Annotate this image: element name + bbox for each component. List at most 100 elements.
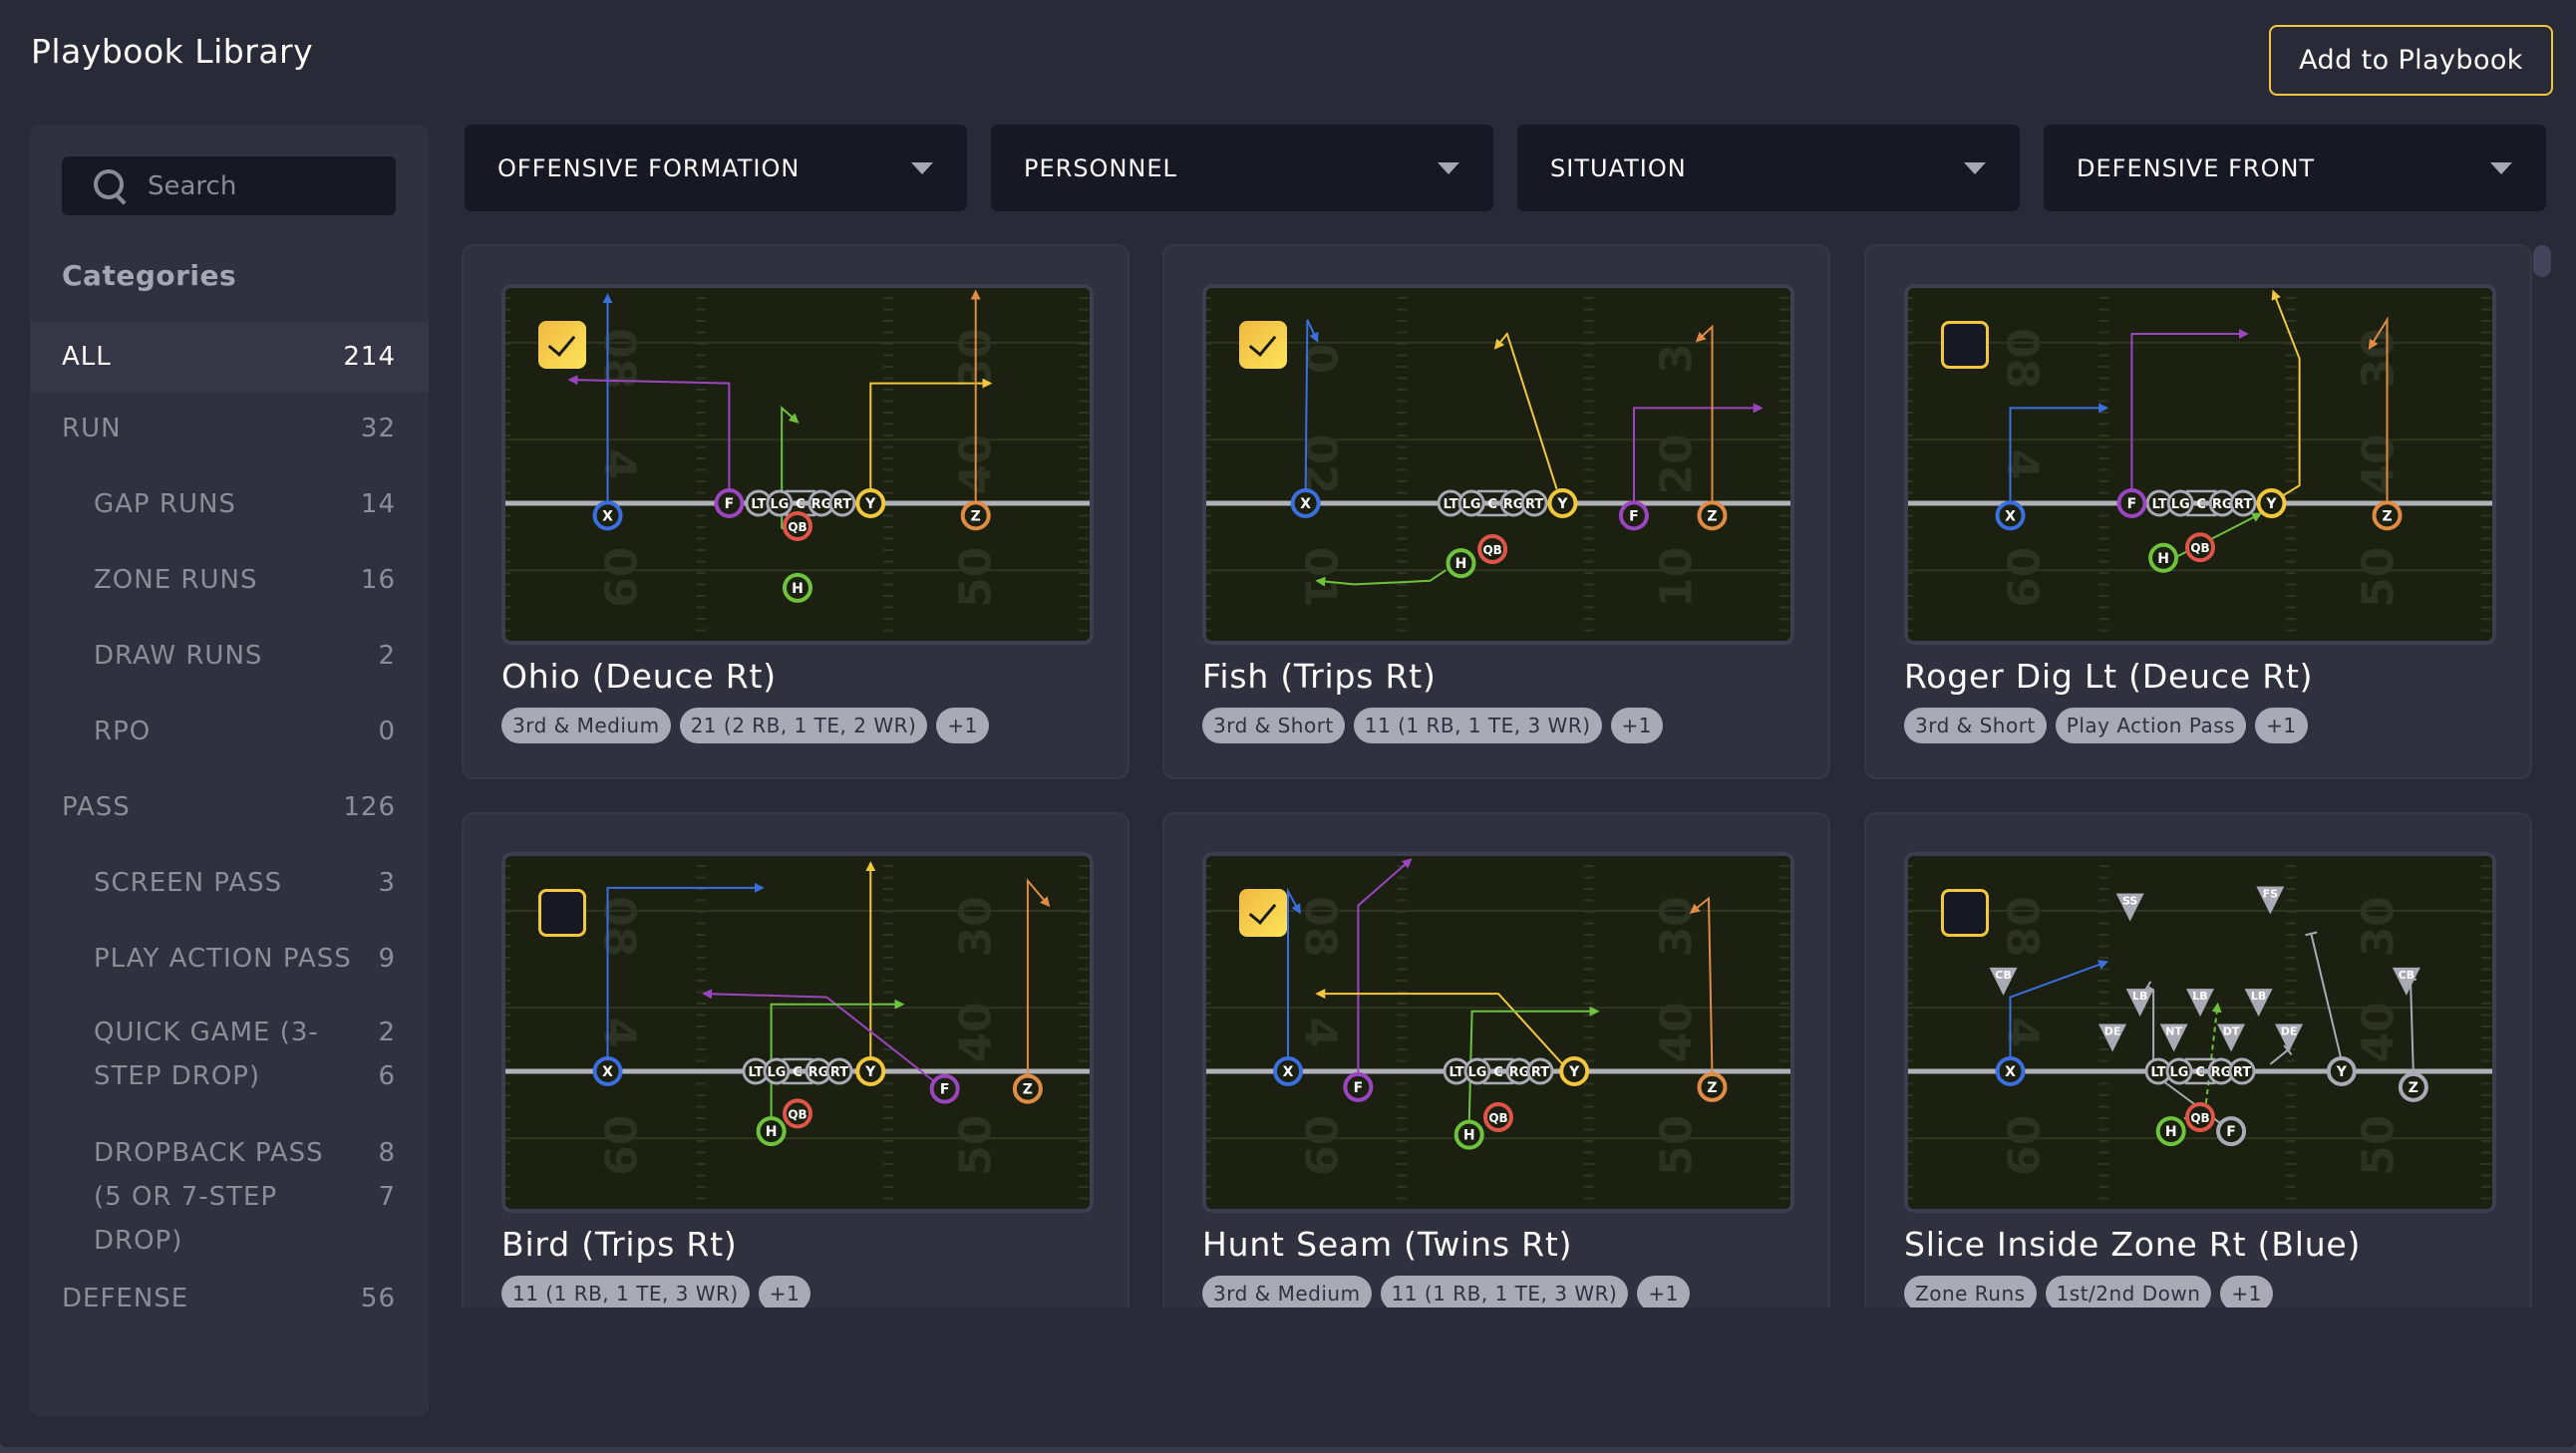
play-grid-scrollbar[interactable] [2533, 245, 2551, 277]
player-label: X [602, 508, 613, 524]
tag-pill: 3rd & Short [1202, 708, 1345, 743]
more-tags-badge[interactable]: +1 [936, 708, 989, 743]
player-label: Z [1707, 508, 1717, 524]
filter-offensive-formation[interactable]: OFFENSIVE FORMATION [465, 125, 967, 211]
category-label: DROPBACK PASS (5 OR 7-STEP DROP) [94, 1138, 324, 1256]
yard-number: 30 [2353, 328, 2404, 389]
sidebar-item-screen-pass[interactable]: SCREEN PASS 3 [30, 847, 429, 923]
lineman-label: RT [2234, 497, 2252, 512]
yard-number: 02 [1295, 434, 1346, 494]
play-diagram[interactable]: 08 4 09 30 40 50 LT LG C RG RT X F Y Z QB H [501, 284, 1094, 645]
category-label: RUN [62, 414, 122, 443]
more-tags-badge[interactable]: +1 [2220, 1276, 2273, 1308]
player-label: Z [2382, 508, 2392, 524]
sidebar-item-pass[interactable]: PASS 126 [30, 771, 429, 847]
lineman-label: LG [2171, 497, 2190, 512]
sidebar-item-dropback-pass-5-or-7-step-drop[interactable]: DROPBACK PASS (5 OR 7-STEP DROP) 87 [30, 1119, 429, 1263]
yard-number: 4 [1295, 1017, 1346, 1048]
sidebar-item-zone-runs[interactable]: ZONE RUNS 16 [30, 544, 429, 620]
play-card[interactable]: 08 4 09 30 40 50 LT LG C RG RT X Y Z QB H F SS FS CB CB LB LB L… [1864, 812, 2532, 1308]
filter-situation[interactable]: SITUATION [1517, 125, 2020, 211]
play-diagram[interactable]: 08 4 09 30 40 50 LT LG C RG RT X F Y Z QB H [1202, 852, 1794, 1213]
play-card[interactable]: 08 4 09 30 40 50 LT LG C RG RT X F Y Z QB H Hunt Seam (Tw… [1162, 812, 1830, 1308]
sidebar-item-defense[interactable]: DEFENSE 56 [30, 1263, 429, 1338]
select-play-checkbox[interactable] [1941, 321, 1989, 369]
player-label: X [2005, 1064, 2016, 1080]
category-label: DEFENSE [62, 1284, 189, 1313]
sidebar-item-gap-runs[interactable]: GAP RUNS 14 [30, 468, 429, 544]
category-label: SCREEN PASS [94, 868, 283, 898]
sidebar-item-play-action-pass[interactable]: PLAY ACTION PASS 9 [30, 923, 429, 999]
yard-number: 09 [594, 1115, 645, 1176]
filter-personnel[interactable]: PERSONNEL [991, 125, 1493, 211]
tag-pill: 1st/2nd Down [2045, 1276, 2212, 1308]
player-label: Z [2409, 1080, 2418, 1096]
player-label: F [2127, 496, 2137, 512]
category-label: PASS [62, 792, 131, 822]
select-play-checkbox[interactable] [1239, 889, 1287, 937]
player-label: Y [1556, 496, 1568, 512]
search-box[interactable] [62, 156, 396, 215]
lineman-label: C [1493, 1065, 1503, 1080]
yard-number: 08 [1997, 896, 2048, 957]
yard-number: 08 [594, 896, 645, 957]
tag-pill: 3rd & Medium [1202, 1276, 1372, 1308]
tag-pill: Play Action Pass [2055, 708, 2247, 743]
tag-pill: 3rd & Medium [501, 708, 671, 743]
select-play-checkbox[interactable] [538, 321, 586, 369]
play-card[interactable]: 08 4 09 30 40 50 LT LG C RG RT X F Y Z QB H Ohio (Deuce R… [462, 244, 1129, 779]
more-tags-badge[interactable]: +1 [2255, 708, 2308, 743]
player-label: F [1354, 1080, 1364, 1096]
player-label: H [2157, 551, 2169, 567]
more-tags-badge[interactable]: +1 [1637, 1276, 1690, 1308]
play-diagram[interactable]: 08 4 09 30 40 50 LT LG C RG RT X Y F Z QB H [501, 852, 1094, 1213]
sidebar-item-draw-runs[interactable]: DRAW RUNS 2 [30, 620, 429, 696]
add-to-playbook-button[interactable]: Add to Playbook [2269, 25, 2553, 96]
more-tags-badge[interactable]: +1 [1610, 708, 1663, 743]
play-diagram[interactable]: 0 02 01 3 20 10 LT LG C RG RT X Y F Z QB H [1202, 284, 1794, 645]
lineman-label: RT [833, 497, 851, 512]
yard-number: 4 [1997, 1017, 2048, 1048]
category-count: 26 [378, 1017, 396, 1091]
player-label: X [602, 1064, 613, 1080]
defender-label: CB [2399, 969, 2415, 982]
play-card[interactable]: 0 02 01 3 20 10 LT LG C RG RT X Y F Z QB H Fish (Trips Rt… [1162, 244, 1830, 779]
more-tags-badge[interactable]: +1 [758, 1276, 811, 1308]
caret-down-icon [2490, 161, 2512, 174]
yard-number: 50 [2353, 1115, 2404, 1176]
player-label: QB [1488, 1111, 1507, 1125]
sidebar-item-run[interactable]: RUN 32 [30, 393, 429, 468]
search-input[interactable] [148, 170, 377, 201]
sidebar-item-all[interactable]: ALL 214 [30, 322, 429, 393]
player-label: F [2226, 1124, 2236, 1140]
select-play-checkbox[interactable] [538, 889, 586, 937]
play-diagram[interactable]: 08 4 09 30 40 50 LT LG C RG RT X F Y Z QB H [1904, 284, 2496, 645]
sidebar-item-quick-game-3-step-drop[interactable]: QUICK GAME (3-STEP DROP) 26 [30, 999, 429, 1119]
select-play-checkbox[interactable] [1239, 321, 1287, 369]
filter-label: SITUATION [1550, 153, 1687, 182]
lineman-label: RG [811, 497, 832, 512]
defender-label: DE [2281, 1025, 2298, 1038]
lineman-label: RT [2233, 1065, 2251, 1080]
sidebar-item-rpo[interactable]: RPO 0 [30, 696, 429, 771]
defender-label: NT [2165, 1025, 2182, 1038]
play-tags: 11 (1 RB, 1 TE, 3 WR) +1 [501, 1276, 811, 1308]
filter-defensive-front[interactable]: DEFENSIVE FRONT [2044, 125, 2546, 211]
player-label: F [725, 496, 735, 512]
yard-number: 50 [2353, 547, 2404, 608]
play-diagram[interactable]: 08 4 09 30 40 50 LT LG C RG RT X Y Z QB H F SS FS CB CB LB LB L… [1904, 852, 2496, 1213]
play-tags: 3rd & Short 11 (1 RB, 1 TE, 3 WR) +1 [1202, 708, 1663, 743]
play-title: Bird (Trips Rt) [501, 1225, 738, 1264]
yard-number: 40 [950, 1002, 1001, 1062]
lineman-label: LG [1468, 1065, 1487, 1080]
player-label: Z [971, 508, 981, 524]
play-card[interactable]: 08 4 09 30 40 50 LT LG C RG RT X Y F Z QB H Bird (Trips R… [462, 812, 1129, 1308]
category-count: 126 [343, 792, 396, 822]
yard-number: 20 [1651, 434, 1702, 494]
yard-number: 40 [2353, 1002, 2404, 1062]
select-play-checkbox[interactable] [1941, 889, 1989, 937]
player-label: QB [788, 520, 806, 534]
player-label: H [766, 1124, 778, 1140]
play-card[interactable]: 08 4 09 30 40 50 LT LG C RG RT X F Y Z QB H Roger Dig Lt … [1864, 244, 2532, 779]
category-count: 87 [378, 1138, 396, 1212]
